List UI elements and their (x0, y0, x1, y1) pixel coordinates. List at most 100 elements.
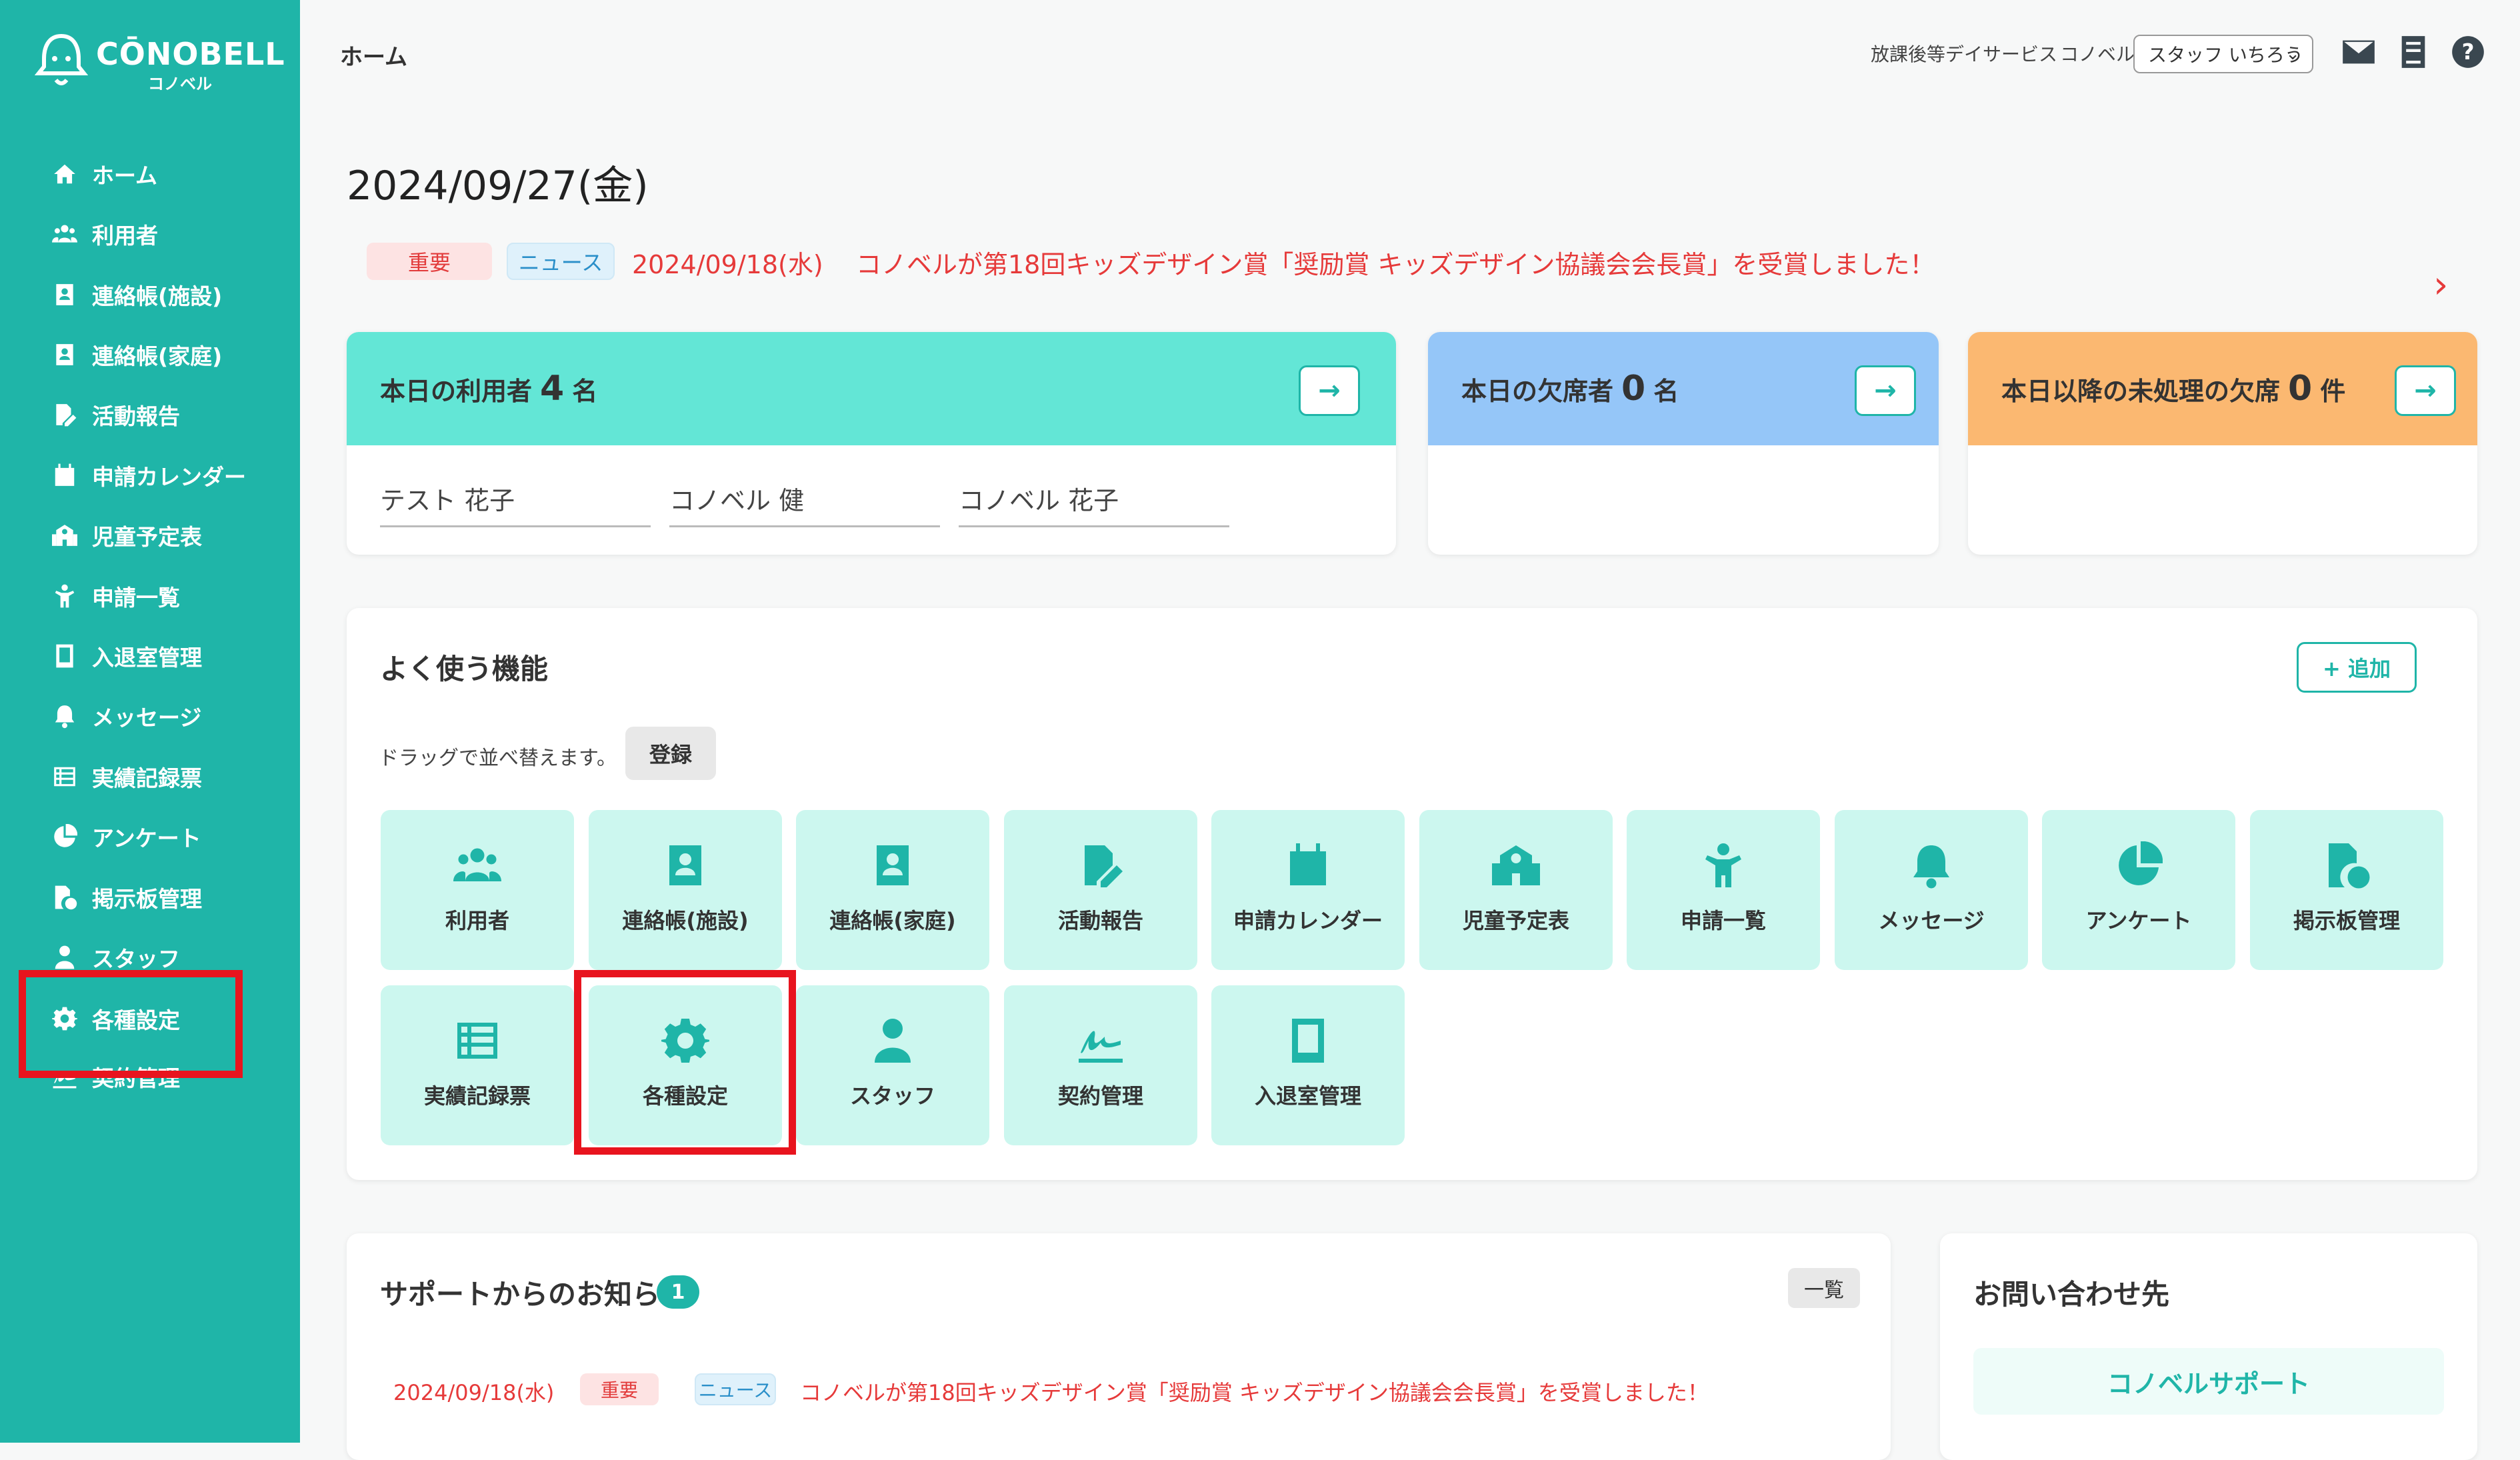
today-users-count: 4 (540, 369, 565, 409)
pie-chart-icon (54, 824, 77, 847)
unprocessed-count: 0 (2288, 369, 2313, 409)
sidebar-item-home[interactable]: ホーム (52, 154, 157, 194)
tile-activity-report[interactable]: 活動報告 (1004, 810, 1197, 970)
absent-unit: 名 (1653, 376, 1679, 406)
tile-contract[interactable]: 契約管理 (1004, 985, 1197, 1145)
absent-count: 0 (1621, 369, 1646, 409)
tile-survey[interactable]: アンケート (2042, 810, 2235, 970)
current-date: 2024/09/27(金) (347, 163, 649, 209)
file-check-icon (55, 885, 77, 910)
news-date: 2024/09/18(水) (632, 250, 823, 279)
tile-bulletin[interactable]: 掲示板管理 (2250, 810, 2443, 970)
school-icon (1492, 845, 1540, 885)
service-type: 放課後等デイサービス (1871, 43, 2058, 65)
calendar-icon (1290, 843, 1326, 885)
today-users-arrow-button[interactable]: → (1299, 365, 1360, 416)
sidebar-item-users[interactable]: 利用者 (52, 214, 158, 254)
sidebar-item-request-list[interactable]: 申請一覧 (52, 576, 180, 616)
brand-name: CŌNOBELL (96, 36, 285, 72)
favorites-title: よく使う機能 (380, 653, 549, 685)
unprocessed-label: 本日以降の未処理の欠席 (2001, 376, 2281, 406)
tile-label: 連絡帳(家庭) (829, 908, 956, 933)
sidebar-item-request-calendar[interactable]: 申請カレンダー (52, 455, 246, 495)
tile-label: メッセージ (1878, 908, 1985, 933)
sidebar-item-entry-exit[interactable]: 入退室管理 (52, 636, 202, 676)
sidebar-item-activity-report[interactable]: 活動報告 (52, 395, 180, 435)
manual-book-icon[interactable] (2396, 35, 2431, 69)
sidebar-item-contact-home[interactable]: 連絡帳(家庭) (52, 335, 222, 375)
organization-name: コノベル (2060, 43, 2135, 65)
tile-contact-facility[interactable]: 連絡帳(施設) (589, 810, 782, 970)
tile-users[interactable]: 利用者 (381, 810, 574, 970)
help-icon[interactable]: ? (2451, 35, 2485, 69)
tile-performance-record[interactable]: 実績記録票 (381, 985, 574, 1145)
tile-label: スタッフ (849, 1083, 935, 1109)
staff-icon (55, 945, 75, 969)
sidebar-item-label: 申請一覧 (92, 585, 180, 611)
users-icon (52, 225, 77, 243)
contact-book-icon (877, 845, 909, 885)
chevron-down-icon: ⌄ (2285, 44, 2300, 64)
absent-label: 本日の欠席者 (1461, 376, 1614, 406)
bell-icon (55, 705, 75, 729)
list-table-icon (457, 1023, 497, 1059)
staff-select-value: スタッフ いちろう (2148, 44, 2303, 66)
tile-label: 連絡帳(施設) (622, 908, 749, 933)
today-users-card: 本日の利用者 4 名 → テスト 花子 コノベル 健 コノベル 花子 (347, 332, 1396, 555)
tile-message[interactable]: メッセージ (1835, 810, 2028, 970)
tile-request-calendar[interactable]: 申請カレンダー (1211, 810, 1405, 970)
sidebar-item-label: 児童予定表 (92, 524, 202, 550)
news-headline[interactable]: コノベルが第18回キッズデザイン賞「奨励賞 キッズデザイン協議会会長賞」を受賞し… (856, 244, 1935, 281)
report-edit-icon (56, 404, 77, 427)
tile-entry-exit[interactable]: 入退室管理 (1211, 985, 1405, 1145)
sidebar-item-label: 申請カレンダー (92, 464, 246, 490)
mail-icon[interactable] (2341, 35, 2376, 69)
sidebar-item-bulletin[interactable]: 掲示板管理 (52, 877, 202, 917)
tile-label: 利用者 (445, 908, 509, 933)
sidebar-item-message[interactable]: メッセージ (52, 696, 201, 736)
support-item-text[interactable]: コノベルが第18回キッズデザイン賞「奨励賞 キッズデザイン協議会会長賞」を受賞し… (800, 1376, 1709, 1407)
support-notices-card (347, 1233, 1891, 1460)
tile-contact-home[interactable]: 連絡帳(家庭) (796, 810, 989, 970)
staff-select[interactable]: スタッフ いちろう ⌄ (2133, 35, 2313, 73)
tile-staff[interactable]: スタッフ (796, 985, 989, 1145)
report-edit-icon (1085, 845, 1123, 887)
bell-icon (1913, 845, 1949, 889)
home-icon (54, 164, 75, 184)
sidebar-item-label: 実績記録票 (92, 765, 202, 791)
today-users-unit: 名 (572, 376, 598, 406)
tile-label: 申請一覧 (1680, 908, 1766, 933)
app-logo[interactable]: CŌNOBELL コノベル (35, 32, 285, 99)
tile-request-list[interactable]: 申請一覧 (1627, 810, 1820, 970)
register-button[interactable]: 登録 (625, 727, 716, 780)
support-title: サポートからのお知らせ (380, 1278, 688, 1311)
absent-arrow-button[interactable]: → (1855, 365, 1916, 416)
file-check-icon (2329, 843, 2370, 889)
chevron-right-icon[interactable]: › (2433, 263, 2448, 307)
sidebar-item-performance-record[interactable]: 実績記録票 (52, 757, 202, 797)
list-button[interactable]: 一覧 (1788, 1268, 1860, 1308)
sidebar-item-survey[interactable]: アンケート (52, 817, 201, 857)
unprocessed-arrow-button[interactable]: → (2395, 365, 2456, 416)
add-button[interactable]: + 追加 (2297, 642, 2417, 693)
unprocessed-unit: 件 (2320, 376, 2346, 406)
user-name-field[interactable]: コノベル 健 (669, 480, 940, 527)
settings-highlight-box (19, 970, 243, 1078)
sidebar-item-contact-facility[interactable]: 連絡帳(施設) (52, 275, 222, 315)
sidebar-item-label: 入退室管理 (92, 645, 202, 671)
user-name-field[interactable]: コノベル 花子 (959, 480, 1229, 527)
sidebar-item-label: 活動報告 (92, 403, 180, 429)
school-icon (52, 525, 77, 546)
calendar-icon (55, 463, 75, 486)
sidebar-item-label: 連絡帳(家庭) (92, 343, 223, 369)
important-badge: 重要 (367, 243, 492, 280)
page-title: ホーム (340, 44, 407, 71)
tile-label: アンケート (2085, 908, 2192, 933)
tile-label: 活動報告 (1057, 908, 1143, 933)
sidebar-item-child-schedule[interactable]: 児童予定表 (52, 515, 202, 555)
support-button[interactable]: コノベルサポート (1973, 1348, 2444, 1415)
support-item-date: 2024/09/18(水) (393, 1380, 555, 1405)
tile-child-schedule[interactable]: 児童予定表 (1419, 810, 1613, 970)
user-name-field[interactable]: テスト 花子 (380, 480, 651, 527)
signature-icon (1079, 1031, 1123, 1063)
